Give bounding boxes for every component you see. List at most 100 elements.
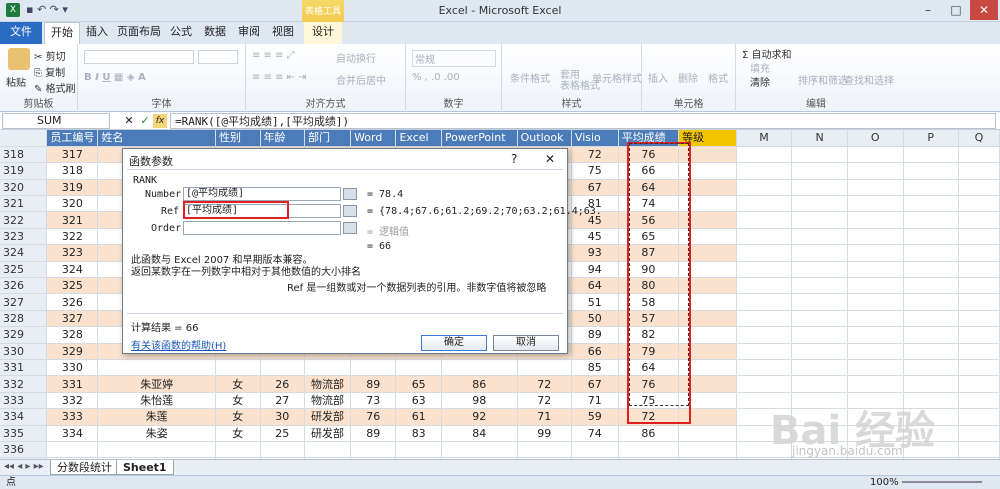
empty-cell[interactable]: [791, 162, 848, 180]
row-header[interactable]: 327: [0, 293, 48, 311]
cell[interactable]: 朱怡莲: [97, 392, 216, 410]
empty-cell[interactable]: [736, 228, 793, 246]
cell[interactable]: 89: [350, 375, 397, 393]
empty-cell[interactable]: [958, 425, 1000, 442]
cell[interactable]: 女: [215, 408, 261, 426]
cell[interactable]: [215, 441, 261, 459]
cell[interactable]: 83: [395, 425, 442, 442]
number-arg-input[interactable]: [@平均成绩]: [183, 187, 341, 201]
row-header[interactable]: 328: [0, 310, 48, 328]
empty-cell[interactable]: [791, 244, 848, 262]
name-box[interactable]: SUM: [2, 113, 110, 129]
cell[interactable]: 73: [350, 392, 397, 410]
copy-button[interactable]: ⎘ 复制: [34, 64, 65, 79]
delete-cells-button[interactable]: 删除: [678, 70, 698, 85]
cell[interactable]: [441, 441, 518, 459]
empty-cell[interactable]: [958, 375, 1000, 393]
cell[interactable]: 63: [395, 392, 442, 410]
number-icons[interactable]: % , .0 .00: [412, 72, 460, 83]
column-header[interactable]: Excel: [395, 130, 442, 147]
column-header[interactable]: Q: [958, 130, 1000, 147]
cell[interactable]: 322: [46, 228, 99, 246]
row-header[interactable]: 324: [0, 244, 48, 262]
paste-button[interactable]: 粘贴: [6, 74, 26, 89]
tab-view[interactable]: 视图: [268, 22, 298, 44]
conditional-format-button[interactable]: 条件格式: [510, 70, 550, 85]
empty-cell[interactable]: [958, 441, 1000, 459]
empty-cell[interactable]: [791, 293, 848, 311]
cell[interactable]: 67: [571, 375, 619, 393]
zoom-slider[interactable]: [902, 481, 982, 483]
tab-formulas[interactable]: 公式: [166, 22, 196, 44]
fill-button[interactable]: 填充: [750, 60, 770, 75]
cell[interactable]: 86: [618, 425, 680, 442]
cell[interactable]: [441, 359, 518, 377]
bold-button[interactable]: B I U ▦ ◈ A: [84, 72, 146, 83]
empty-cell[interactable]: [847, 261, 904, 279]
empty-cell[interactable]: [903, 261, 959, 279]
empty-cell[interactable]: [903, 195, 959, 213]
cell[interactable]: [618, 441, 680, 459]
tab-design[interactable]: 设计: [304, 22, 342, 44]
cell[interactable]: 333: [46, 408, 99, 426]
empty-cell[interactable]: [736, 375, 793, 393]
zoom-level[interactable]: 100%: [870, 476, 899, 489]
empty-cell[interactable]: [791, 310, 848, 328]
cell-styles-button[interactable]: 单元格样式: [592, 70, 642, 85]
empty-cell[interactable]: [903, 310, 959, 328]
empty-cell[interactable]: [847, 244, 904, 262]
tab-page-layout[interactable]: 页面布局: [114, 22, 164, 44]
column-header[interactable]: Outlook: [517, 130, 572, 147]
cell[interactable]: 女: [215, 392, 261, 410]
row-header[interactable]: 321: [0, 195, 48, 213]
formula-input[interactable]: =RANK([@平均成绩],[平均成绩]): [170, 113, 996, 129]
cell[interactable]: 50: [571, 310, 619, 328]
cell[interactable]: 86: [441, 375, 518, 393]
row-header[interactable]: 323: [0, 228, 48, 246]
cell[interactable]: 74: [571, 425, 619, 442]
cell[interactable]: 59: [571, 408, 619, 426]
align-icons-2[interactable]: ≡ ≡ ≡ ⇤ ⇥: [252, 72, 307, 83]
cell[interactable]: 64: [571, 277, 619, 295]
cell[interactable]: 329: [46, 343, 99, 360]
format-cells-button[interactable]: 格式: [708, 70, 728, 85]
cell[interactable]: 334: [46, 425, 99, 442]
empty-cell[interactable]: [791, 195, 848, 213]
column-header[interactable]: N: [791, 130, 848, 147]
font-name-select[interactable]: [84, 50, 194, 64]
cell[interactable]: [46, 441, 99, 459]
cell[interactable]: 72: [517, 375, 572, 393]
cell[interactable]: 327: [46, 310, 99, 328]
font-size-select[interactable]: [198, 50, 238, 64]
cell[interactable]: 326: [46, 293, 99, 311]
row-header[interactable]: 326: [0, 277, 48, 295]
empty-cell[interactable]: [736, 261, 793, 279]
cell[interactable]: 324: [46, 261, 99, 279]
row-header[interactable]: 330: [0, 343, 48, 360]
function-help-link[interactable]: 有关该函数的帮助(H): [131, 337, 226, 352]
row-header[interactable]: 335: [0, 425, 48, 442]
cancel-icon[interactable]: ✕: [122, 114, 136, 128]
empty-cell[interactable]: [847, 375, 904, 393]
empty-cell[interactable]: [847, 162, 904, 180]
column-header[interactable]: Word: [350, 130, 397, 147]
cell[interactable]: [395, 441, 442, 459]
empty-cell[interactable]: [791, 261, 848, 279]
find-select-button[interactable]: 查找和选择: [844, 72, 894, 87]
row-header[interactable]: 334: [0, 408, 48, 426]
cell[interactable]: 71: [517, 408, 572, 426]
empty-cell[interactable]: [791, 375, 848, 393]
column-header[interactable]: 年龄: [260, 130, 306, 147]
empty-cell[interactable]: [903, 146, 959, 164]
cell[interactable]: [395, 359, 442, 377]
cell[interactable]: 51: [571, 293, 619, 311]
cell[interactable]: [350, 359, 397, 377]
cell[interactable]: [97, 359, 216, 377]
cell[interactable]: 89: [571, 326, 619, 344]
range-picker-icon[interactable]: [343, 205, 357, 217]
cell[interactable]: 女: [215, 375, 261, 393]
insert-function-icon[interactable]: fx: [153, 114, 167, 128]
cell[interactable]: 320: [46, 195, 99, 213]
empty-cell[interactable]: [903, 162, 959, 180]
empty-cell[interactable]: [903, 244, 959, 262]
